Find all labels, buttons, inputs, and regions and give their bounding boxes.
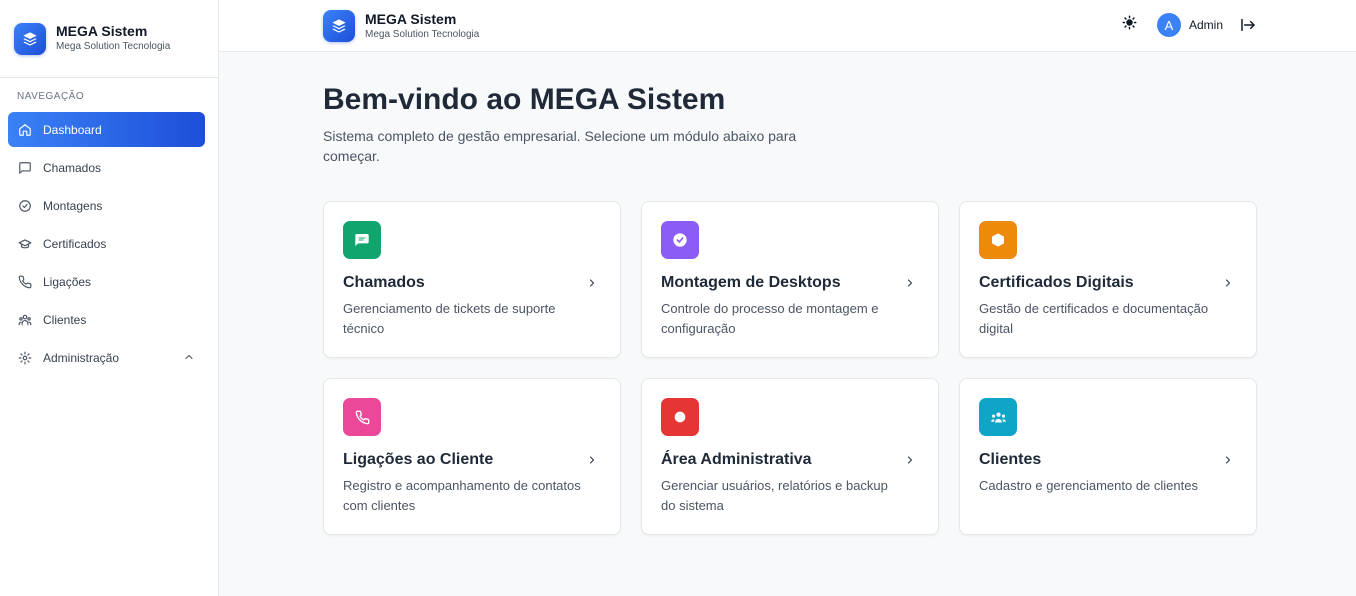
check-circle-icon bbox=[18, 199, 32, 213]
sidebar-item-label: Ligações bbox=[43, 274, 92, 289]
page-subtitle: Sistema completo de gestão empresarial. … bbox=[323, 128, 797, 164]
page-title: Bem-vindo ao MEGA Sistem bbox=[323, 83, 726, 116]
user-name[interactable]: Admin bbox=[1189, 18, 1223, 32]
chevron-right-icon bbox=[586, 276, 598, 294]
card-description: Cadastro e gerenciamento de clientes bbox=[979, 478, 1198, 493]
layers-logo-icon bbox=[323, 10, 355, 42]
phone-icon bbox=[343, 398, 381, 436]
chevron-right-icon bbox=[1222, 276, 1234, 294]
module-grid: Chamados Gerenciamento de tickets de sup… bbox=[323, 201, 1257, 535]
card-title: Ligações ao Cliente bbox=[343, 451, 494, 468]
layers-logo-icon bbox=[14, 22, 46, 55]
sidebar: MEGA Sistem Mega Solution Tecnologia NAV… bbox=[0, 0, 219, 596]
card-description: Gerenciar usuários, relatórios e backup … bbox=[661, 478, 888, 513]
card-description: Registro e acompanhamento de contatos co… bbox=[343, 478, 581, 513]
card-title: Área Administrativa bbox=[661, 451, 812, 468]
header-brand[interactable]: MEGA Sistem Mega Solution Tecnologia bbox=[323, 10, 479, 42]
module-card-ligacoes[interactable]: Ligações ao Cliente Registro e acompanha… bbox=[323, 378, 621, 535]
header-brand-subtitle: Mega Solution Tecnologia bbox=[365, 28, 480, 40]
sidebar-item-montagens[interactable]: Montagens bbox=[8, 188, 205, 223]
sidebar-nav: Dashboard Chamados Montagens Certificado… bbox=[8, 112, 205, 378]
card-description: Gestão de certificados e documentação di… bbox=[979, 301, 1209, 336]
graduation-cap-icon bbox=[18, 237, 32, 251]
header-actions: A Admin bbox=[1122, 13, 1256, 37]
sidebar-item-clientes[interactable]: Clientes bbox=[8, 302, 205, 337]
settings-icon bbox=[18, 351, 32, 365]
card-title: Clientes bbox=[979, 451, 1042, 468]
sidebar-item-label: Clientes bbox=[43, 312, 87, 327]
sidebar-brand[interactable]: MEGA Sistem Mega Solution Tecnologia bbox=[0, 0, 218, 78]
module-card-chamados[interactable]: Chamados Gerenciamento de tickets de sup… bbox=[323, 201, 621, 358]
chevron-up-icon[interactable] bbox=[183, 351, 195, 366]
card-description: Gerenciamento de tickets de suporte técn… bbox=[343, 301, 556, 336]
nav-section-label: NAVEGAÇÃO bbox=[17, 91, 85, 102]
sidebar-item-ligacoes[interactable]: Ligações bbox=[8, 264, 205, 299]
chevron-right-icon bbox=[904, 453, 916, 471]
card-description: Controle do processo de montagem e confi… bbox=[661, 301, 879, 336]
top-bar: MEGA Sistem Mega Solution Tecnologia A A… bbox=[219, 0, 1356, 52]
module-card-administrativa[interactable]: Área Administrativa Gerenciar usuários, … bbox=[641, 378, 939, 535]
message-square-icon bbox=[343, 221, 381, 259]
logout-icon[interactable] bbox=[1240, 17, 1256, 33]
module-card-clientes[interactable]: Clientes Cadastro e gerenciamento de cli… bbox=[959, 378, 1257, 535]
module-card-montagem[interactable]: Montagem de Desktops Controle do process… bbox=[641, 201, 939, 358]
chevron-right-icon bbox=[904, 276, 916, 294]
header-brand-title: MEGA Sistem bbox=[365, 10, 457, 27]
sidebar-item-label: Montagens bbox=[43, 198, 103, 213]
sidebar-brand-title: MEGA Sistem bbox=[56, 23, 148, 39]
sidebar-item-chamados[interactable]: Chamados bbox=[8, 150, 205, 185]
check-circle-icon bbox=[661, 221, 699, 259]
card-title: Certificados Digitais bbox=[979, 274, 1134, 291]
sidebar-item-dashboard[interactable]: Dashboard bbox=[8, 112, 205, 147]
chevron-right-icon bbox=[1222, 453, 1234, 471]
card-title: Chamados bbox=[343, 274, 425, 291]
main-content: Bem-vindo ao MEGA Sistem Sistema complet… bbox=[323, 82, 1263, 166]
sidebar-item-label: Administração bbox=[43, 350, 120, 365]
users-icon bbox=[979, 398, 1017, 436]
sidebar-item-label: Dashboard bbox=[43, 122, 102, 137]
avatar[interactable]: A bbox=[1156, 13, 1181, 37]
settings-icon bbox=[661, 398, 699, 436]
card-title: Montagem de Desktops bbox=[661, 274, 841, 291]
sun-icon[interactable] bbox=[1122, 15, 1137, 35]
users-icon bbox=[18, 313, 32, 327]
message-square-icon bbox=[18, 161, 32, 175]
home-icon bbox=[18, 123, 32, 137]
phone-icon bbox=[18, 275, 32, 289]
module-card-certificados[interactable]: Certificados Digitais Gestão de certific… bbox=[959, 201, 1257, 358]
shield-icon bbox=[979, 221, 1017, 259]
sidebar-item-label: Chamados bbox=[43, 160, 102, 175]
chevron-right-icon bbox=[586, 453, 598, 471]
sidebar-item-label: Certificados bbox=[43, 236, 107, 251]
sidebar-brand-subtitle: Mega Solution Tecnologia bbox=[56, 41, 171, 52]
sidebar-item-certificados[interactable]: Certificados bbox=[8, 226, 205, 261]
sidebar-item-administracao[interactable]: Administração bbox=[8, 340, 205, 375]
